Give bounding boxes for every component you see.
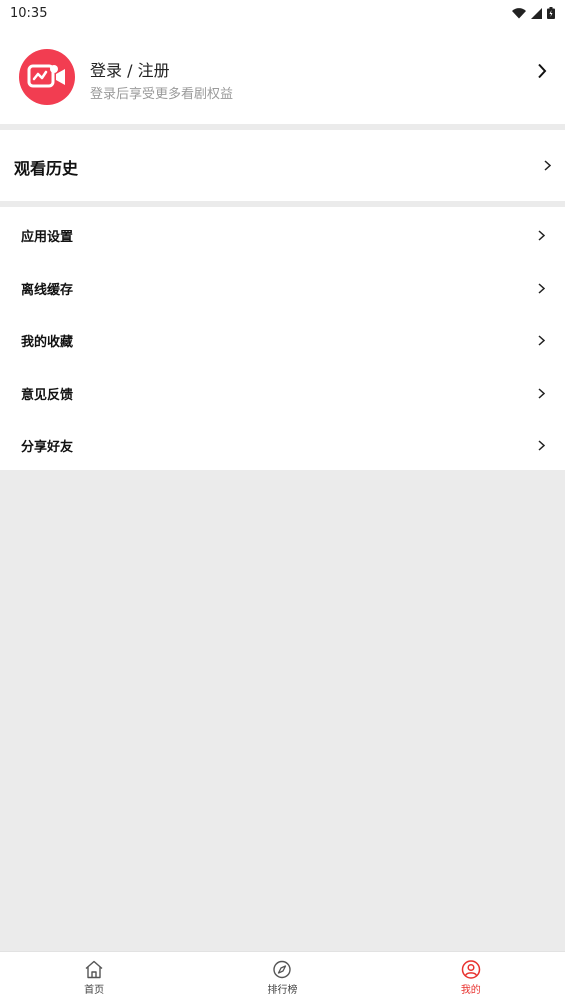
cellular-signal-icon <box>531 7 542 19</box>
watch-history-row[interactable]: 观看历史 <box>0 130 565 201</box>
menu-item-label: 离线缓存 <box>21 282 74 298</box>
tab-label: 首页 <box>84 985 105 996</box>
tab-label: 我的 <box>460 985 481 996</box>
watch-history-title: 观看历史 <box>14 159 79 178</box>
tab-home[interactable]: 首页 <box>0 952 188 1004</box>
chevron-right-icon <box>538 335 545 346</box>
chevron-right-icon <box>538 230 545 241</box>
chevron-right-icon <box>538 440 545 451</box>
bottom-tab-bar: 首页 排行榜 我的 <box>0 951 565 1004</box>
menu-item-label: 分享好友 <box>21 440 74 456</box>
chevron-right-icon <box>544 160 551 171</box>
battery-icon <box>547 7 555 19</box>
status-time: 10:35 <box>10 5 48 21</box>
menu-item-share[interactable]: 分享好友 <box>0 417 565 470</box>
status-icons <box>512 7 555 19</box>
menu-item-label: 意见反馈 <box>21 387 74 403</box>
video-camera-logo-icon <box>27 64 65 88</box>
login-title[interactable]: 登录 / 注册 <box>90 57 170 81</box>
settings-menu: 应用设置 离线缓存 我的收藏 意见反馈 分享好友 <box>0 207 565 470</box>
user-icon <box>461 960 481 979</box>
chevron-right-icon <box>538 388 545 399</box>
login-subtitle: 登录后享受更多看剧权益 <box>90 87 234 102</box>
menu-item-app-settings[interactable]: 应用设置 <box>0 207 565 260</box>
tab-mine[interactable]: 我的 <box>377 952 565 1004</box>
compass-icon <box>273 960 292 979</box>
login-section[interactable]: 登录 / 注册 登录后享受更多看剧权益 <box>0 26 565 124</box>
chevron-right-icon[interactable] <box>537 63 547 79</box>
avatar[interactable] <box>19 49 75 105</box>
status-bar: 10:35 <box>0 0 565 26</box>
tab-ranking[interactable]: 排行榜 <box>188 952 376 1004</box>
menu-item-label: 我的收藏 <box>21 335 74 351</box>
menu-item-favorites[interactable]: 我的收藏 <box>0 312 565 365</box>
chevron-right-icon <box>538 283 545 294</box>
tab-label: 排行榜 <box>267 985 298 996</box>
wifi-icon <box>512 7 526 19</box>
home-icon <box>85 960 103 979</box>
menu-item-feedback[interactable]: 意见反馈 <box>0 365 565 418</box>
menu-item-offline-cache[interactable]: 离线缓存 <box>0 260 565 313</box>
menu-item-label: 应用设置 <box>21 230 74 245</box>
